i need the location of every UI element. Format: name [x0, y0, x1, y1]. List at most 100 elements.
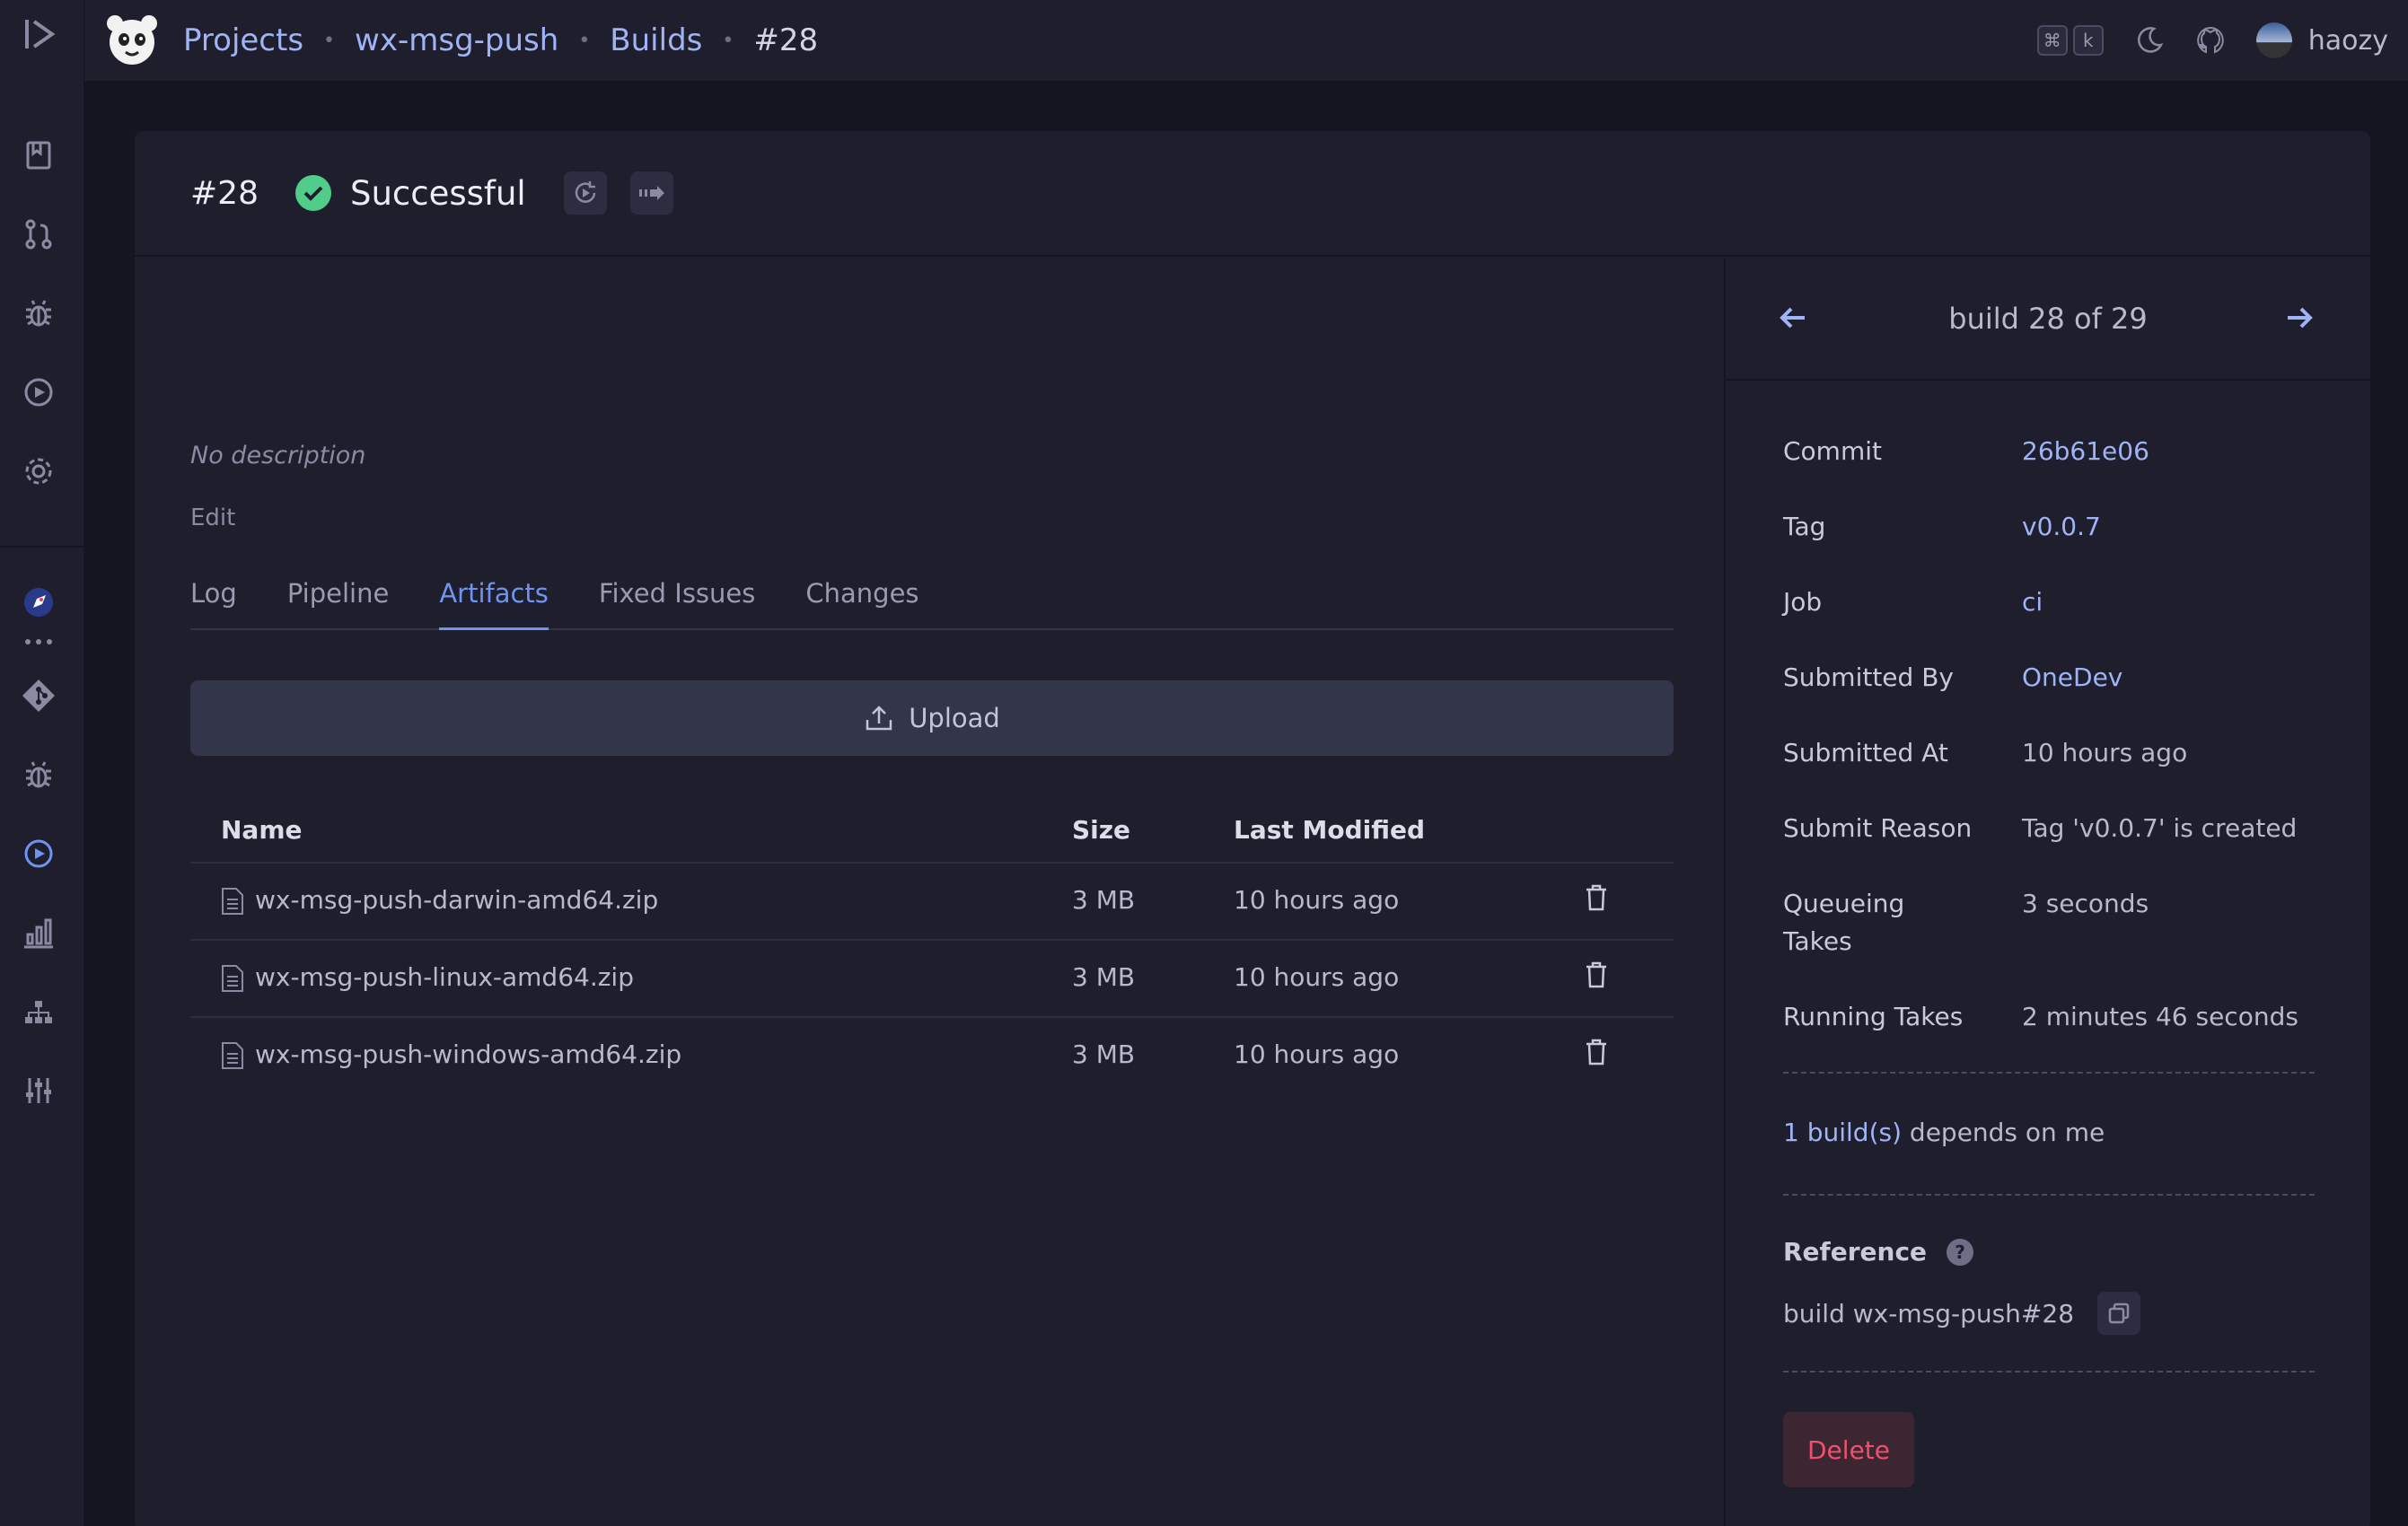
user-name[interactable]: haozy [2308, 25, 2388, 57]
more-dots-icon[interactable] [18, 619, 59, 664]
user-avatar[interactable] [2255, 22, 2292, 58]
depends-link[interactable]: 1 build(s) [1783, 1118, 1902, 1147]
hierarchy-icon[interactable] [18, 991, 59, 1032]
prop-key: Tag [1783, 512, 1826, 541]
build-properties: Commit 26b61e06 Tag v0.0.7 Job ci Submit… [1783, 433, 2315, 1487]
sidebar [0, 0, 84, 1526]
prop-submitted-at: Submitted At 10 hours ago [1783, 734, 2315, 810]
prop-key: Submit Reason [1783, 813, 1973, 843]
topbar: Projects • wx-msg-push • Builds • #28 ⌘ … [84, 0, 2408, 81]
breadcrumb-project[interactable]: wx-msg-push [355, 22, 558, 58]
artifact-name[interactable]: wx-msg-push-darwin-amd64.zip [255, 885, 658, 915]
build-header: #28 Successful [135, 131, 2370, 257]
prop-value-link[interactable]: ci [2022, 583, 2043, 621]
artifact-size: 3 MB [1072, 962, 1136, 992]
prop-key: Submitted By [1783, 662, 1954, 692]
table-header: Name Size Last Modified [190, 802, 1674, 864]
tab-fixed-issues[interactable]: Fixed Issues [599, 566, 755, 628]
prop-tag: Tag v0.0.7 [1783, 508, 2315, 583]
tab-artifacts[interactable]: Artifacts [439, 566, 549, 630]
upload-label: Upload [909, 703, 1000, 733]
dashed-divider [1783, 1072, 2315, 1074]
breadcrumb-builds[interactable]: Builds [610, 22, 702, 58]
sidebar-toggle-icon[interactable] [20, 14, 59, 54]
issues-bug-icon[interactable] [18, 754, 59, 795]
bug-icon[interactable] [18, 293, 59, 334]
statistics-chart-icon[interactable] [18, 912, 59, 953]
artifact-size: 3 MB [1072, 885, 1136, 915]
rebuild-button[interactable] [563, 171, 607, 215]
dark-mode-moon-icon[interactable] [2134, 25, 2165, 56]
shortcut-cmd-key[interactable]: ⌘ [2036, 25, 2068, 56]
depends-text: depends on me [1902, 1118, 2105, 1147]
prop-key: Running Takes [1783, 1002, 1964, 1031]
shortcut-k-key[interactable]: k [2072, 25, 2104, 56]
arrow-right-icon[interactable] [2284, 303, 2315, 332]
git-icon[interactable] [18, 675, 59, 716]
file-icon [221, 964, 244, 993]
trash-icon[interactable] [1584, 1038, 1609, 1066]
prop-job: Job ci [1783, 583, 2315, 659]
prop-submit-reason: Submit Reason Tag 'v0.0.7' is created [1783, 810, 2315, 885]
artifact-name[interactable]: wx-msg-push-windows-amd64.zip [255, 1039, 681, 1069]
tab-changes[interactable]: Changes [805, 566, 918, 628]
table-row: wx-msg-push-linux-amd64.zip 3 MB 10 hour… [190, 941, 1674, 1018]
prop-value: 10 hours ago [2022, 738, 2188, 767]
trash-icon[interactable] [1584, 960, 1609, 989]
build-number: #28 [190, 174, 259, 212]
builds-play-icon[interactable] [18, 833, 59, 874]
prop-value: Tag 'v0.0.7' is created [2022, 813, 2298, 843]
prop-value: 2 minutes 46 seconds [2022, 1002, 2298, 1031]
artifact-modified: 10 hours ago [1234, 1039, 1400, 1069]
prop-value-link[interactable]: 26b61e06 [2022, 433, 2149, 470]
build-tabs: Log Pipeline Artifacts Fixed Issues Chan… [190, 566, 1674, 630]
build-description: No description [190, 442, 366, 469]
artifact-modified: 10 hours ago [1234, 885, 1400, 915]
breadcrumb: Projects • wx-msg-push • Builds • #28 [183, 22, 818, 58]
prop-key: Submitted At [1783, 738, 1948, 767]
build-side-pane: build 28 of 29 Commit 26b61e06 Tag v0.0.… [1724, 259, 2370, 1526]
onedev-logo-icon[interactable] [104, 13, 160, 68]
help-question-icon[interactable]: ? [1947, 1238, 1974, 1266]
artifact-name[interactable]: wx-msg-push-linux-amd64.zip [255, 962, 634, 992]
prop-submitted-by: Submitted By OneDev [1783, 659, 2315, 734]
copy-button[interactable] [2097, 1292, 2141, 1335]
upload-button[interactable]: Upload [190, 680, 1674, 756]
breadcrumb-separator: • [323, 29, 336, 52]
column-last-modified: Last Modified [1234, 815, 1426, 845]
prop-running-takes: Running Takes 2 minutes 46 seconds [1783, 998, 2315, 1054]
trash-icon[interactable] [1584, 883, 1609, 912]
column-name: Name [221, 815, 303, 845]
prop-value-link[interactable]: OneDev [2022, 659, 2122, 697]
edit-description-link[interactable]: Edit [190, 504, 235, 531]
pull-request-icon[interactable] [18, 214, 59, 255]
github-icon[interactable] [2195, 25, 2226, 56]
topbar-actions: ⌘ k haozy [2032, 0, 2388, 81]
dashed-divider [1783, 1371, 2315, 1373]
sliders-icon[interactable] [18, 1070, 59, 1111]
artifact-modified: 10 hours ago [1234, 962, 1400, 992]
breadcrumb-projects[interactable]: Projects [183, 22, 303, 58]
run-next-button[interactable] [629, 171, 673, 215]
bookmark-icon[interactable] [18, 135, 59, 176]
column-size: Size [1072, 815, 1131, 845]
project-rocket-icon[interactable] [18, 582, 59, 623]
delete-button[interactable]: Delete [1783, 1412, 1914, 1487]
breadcrumb-separator: • [722, 29, 734, 52]
tab-pipeline[interactable]: Pipeline [287, 566, 390, 628]
tab-log[interactable]: Log [190, 566, 237, 628]
prop-value: 3 seconds [2022, 889, 2149, 918]
settings-gear-icon[interactable] [18, 451, 59, 492]
artifacts-table: Name Size Last Modified wx-msg-push-darw… [190, 802, 1674, 1095]
reference-title: Reference [1783, 1237, 1928, 1267]
sidebar-divider [0, 546, 84, 548]
prop-key: Commit [1783, 436, 1882, 466]
file-icon [221, 887, 244, 916]
play-circle-icon[interactable] [18, 372, 59, 413]
file-icon [221, 1041, 244, 1070]
delete-row: Delete [1783, 1412, 2315, 1487]
prop-commit: Commit 26b61e06 [1783, 433, 2315, 508]
prop-value-link[interactable]: v0.0.7 [2022, 508, 2101, 546]
build-navigator: build 28 of 29 [1726, 259, 2370, 381]
build-position: build 28 of 29 [1948, 302, 2148, 336]
